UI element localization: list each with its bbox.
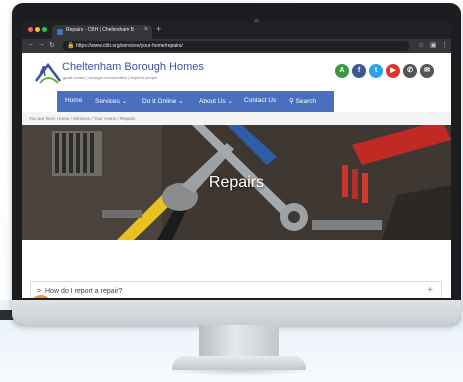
- breadcrumb: You are here: Home / Services / Your Hom…: [29, 116, 136, 121]
- favicon-icon: [57, 29, 63, 35]
- back-icon[interactable]: ←: [28, 41, 35, 48]
- site-name[interactable]: Cheltenham Borough Homes: [62, 61, 204, 73]
- url-text: https://www.cbh.org/services/your-home/r…: [76, 43, 183, 49]
- screen: Repairs - CBH | Cheltenham B × + ← → ↻ 🔒…: [22, 22, 451, 298]
- nav-do-it-online[interactable]: Do It Online ⌄: [142, 97, 184, 105]
- expand-plus-icon[interactable]: +: [427, 285, 433, 296]
- hero-banner: Repairs: [22, 125, 451, 240]
- faq-question: How do I report a repair?: [45, 288, 123, 295]
- browser-menu-icon[interactable]: ⋮: [441, 41, 448, 49]
- address-bar[interactable]: 🔒 https://www.cbh.org/services/your-home…: [62, 41, 410, 51]
- close-tab-icon[interactable]: ×: [144, 26, 148, 33]
- search-label: Search: [295, 98, 317, 105]
- browser-tab[interactable]: Repairs - CBH | Cheltenham B ×: [52, 25, 152, 39]
- faq-accordion-item[interactable]: > How do I report a repair? +: [30, 281, 442, 298]
- search-icon: ⚲: [289, 98, 294, 105]
- close-window-icon[interactable]: [28, 27, 33, 32]
- breadcrumb-bar: You are here: Home / Services / Your Hom…: [22, 112, 451, 126]
- forward-icon[interactable]: →: [38, 41, 45, 48]
- twitter-icon[interactable]: t: [369, 64, 383, 78]
- site-tagline: great homes | stronger communities | ins…: [63, 75, 158, 80]
- phone-icon[interactable]: ✆: [403, 64, 417, 78]
- nav-about-us[interactable]: About Us ⌄: [199, 97, 233, 105]
- lock-icon: 🔒: [67, 43, 75, 49]
- bookmark-star-icon[interactable]: ☆: [418, 41, 424, 49]
- nav-services[interactable]: Services ⌄: [95, 97, 127, 105]
- new-tab-icon[interactable]: +: [156, 24, 161, 34]
- browser-toolbar: ← → ↻ 🔒 https://www.cbh.org/services/you…: [22, 39, 451, 53]
- extension-icon[interactable]: ▣: [430, 41, 437, 49]
- nav-home[interactable]: Home: [65, 97, 82, 104]
- email-icon[interactable]: ✉: [420, 64, 434, 78]
- monitor-chin: [12, 300, 461, 325]
- monitor-base: [172, 356, 306, 370]
- page-title: Repairs: [208, 174, 265, 191]
- accessibility-icon[interactable]: A: [335, 64, 349, 78]
- monitor-stand: [199, 325, 279, 359]
- browser-tab-bar: Repairs - CBH | Cheltenham B × +: [22, 22, 451, 39]
- main-nav: Home Services ⌄ Do It Online ⌄ About Us …: [57, 91, 334, 112]
- nav-search[interactable]: ⚲ Search: [289, 97, 316, 105]
- youtube-icon[interactable]: ▶: [386, 64, 400, 78]
- reload-icon[interactable]: ↻: [49, 41, 55, 49]
- nav-contact-us[interactable]: Contact Us: [244, 97, 276, 104]
- tab-title: Repairs - CBH | Cheltenham B: [66, 27, 134, 33]
- cbh-logo-icon[interactable]: [34, 59, 62, 85]
- site-header: Cheltenham Borough Homes great homes | s…: [22, 53, 451, 91]
- facebook-icon[interactable]: f: [352, 64, 366, 78]
- minimize-window-icon[interactable]: [35, 27, 40, 32]
- maximize-window-icon[interactable]: [42, 27, 47, 32]
- chevron-right-icon: >: [37, 288, 42, 295]
- stand-shadow: [165, 370, 313, 376]
